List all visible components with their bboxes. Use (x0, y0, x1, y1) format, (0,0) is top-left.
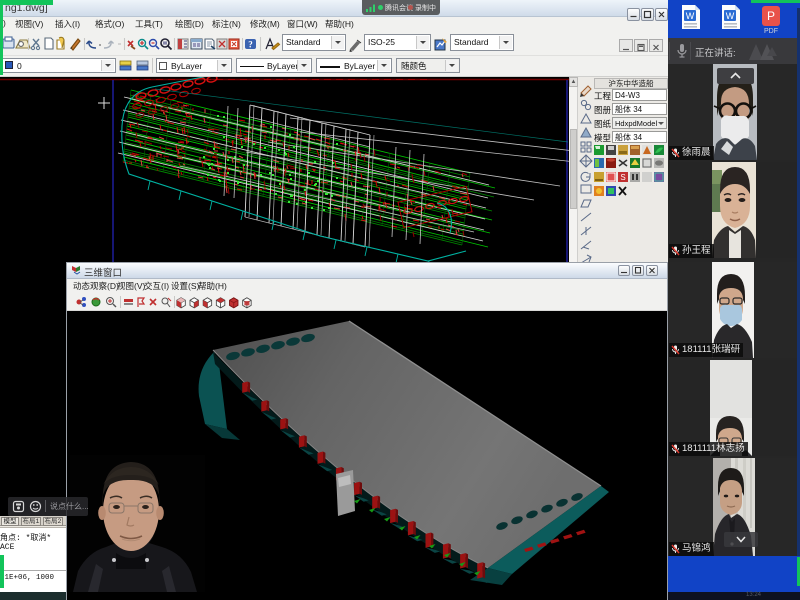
svg-text:S: S (620, 173, 625, 182)
svg-text:PDF: PDF (764, 28, 778, 34)
svg-text:?: ? (248, 40, 253, 50)
svg-text:W: W (686, 11, 695, 21)
svg-text:P: P (767, 9, 775, 23)
svg-text:W: W (726, 11, 735, 21)
